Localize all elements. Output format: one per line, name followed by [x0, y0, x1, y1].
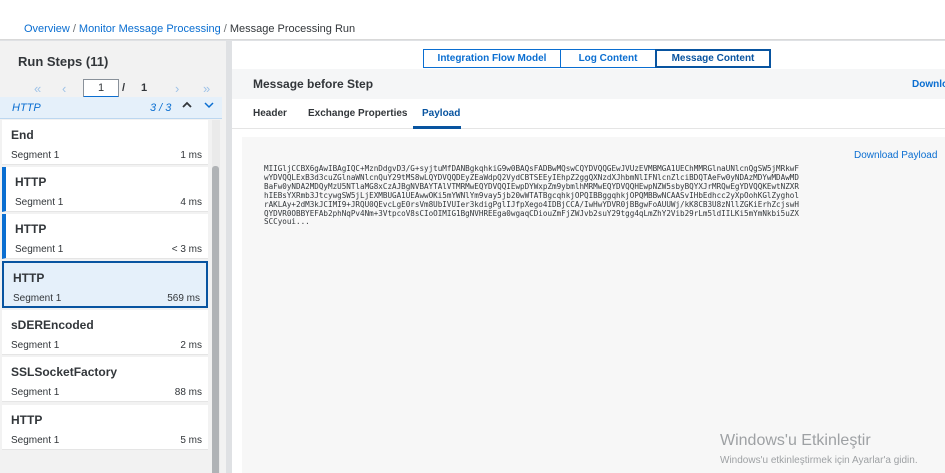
chevron-down-icon[interactable]: [204, 100, 214, 113]
step-duration: 1 ms: [180, 150, 202, 161]
tab-log-content[interactable]: Log Content: [560, 49, 656, 68]
step-item[interactable]: HTTP Segment 1 5 ms: [2, 405, 208, 450]
step-name: HTTP: [11, 413, 43, 427]
breadcrumb-separator: /: [223, 23, 227, 35]
breadcrumb-overview[interactable]: Overview: [24, 23, 70, 35]
step-segment: Segment 1: [15, 197, 64, 208]
step-duration: 88 ms: [174, 387, 202, 398]
step-item[interactable]: HTTP Segment 1 4 ms: [2, 167, 208, 212]
tab-exchange-properties[interactable]: Exchange Properties: [308, 108, 407, 119]
step-name: HTTP: [15, 222, 47, 236]
page-input[interactable]: [83, 79, 119, 98]
step-segment: Segment 1: [11, 435, 60, 446]
prev-page-icon[interactable]: ‹: [62, 81, 66, 96]
steps-scrollbar-thumb[interactable]: [212, 166, 219, 473]
tab-integration-flow-model[interactable]: Integration Flow Model: [423, 49, 561, 68]
run-steps-panel: Run Steps (11) « ‹ / 1 › » HTTP 3 / 3 En…: [0, 41, 226, 473]
step-segment: Segment 1: [15, 244, 64, 255]
step-segment: Segment 1: [11, 340, 60, 351]
step-name: HTTP: [15, 175, 47, 189]
step-duration: 2 ms: [180, 340, 202, 351]
step-item[interactable]: End Segment 1 1 ms: [2, 120, 208, 165]
step-segment: Segment 1: [11, 150, 60, 161]
run-steps-title: Run Steps (11): [18, 54, 109, 69]
active-tab-indicator: [413, 126, 461, 129]
step-duration: 4 ms: [180, 197, 202, 208]
step-item[interactable]: SSLSocketFactory Segment 1 88 ms: [2, 357, 208, 402]
last-page-icon[interactable]: »: [203, 81, 210, 96]
step-duration: < 3 ms: [171, 244, 202, 255]
page-total: 1: [141, 82, 148, 94]
breadcrumb-monitor[interactable]: Monitor Message Processing: [79, 23, 221, 35]
activation-watermark-title: Windows'u Etkinleştir: [720, 432, 871, 449]
content-tabs: Header Exchange Properties Payload: [232, 99, 945, 129]
breadcrumb-current: Message Processing Run: [229, 23, 356, 35]
tab-message-content[interactable]: Message Content: [655, 49, 771, 68]
payload-text: MIIGljCCBX6gAwIBAgIQC+MznDdgvD3/G+syjtuM…: [264, 165, 799, 227]
page-slash: /: [122, 82, 126, 94]
tab-header[interactable]: Header: [253, 108, 287, 119]
step-item[interactable]: sDEREncoded Segment 1 2 ms: [2, 310, 208, 355]
message-title: Message before Step: [253, 77, 374, 91]
tab-payload[interactable]: Payload: [422, 108, 460, 119]
search-highlight-bar: HTTP 3 / 3: [0, 97, 222, 119]
first-page-icon[interactable]: «: [34, 81, 41, 96]
step-item[interactable]: HTTP Segment 1 < 3 ms: [2, 214, 208, 259]
search-term: HTTP: [12, 102, 41, 114]
step-duration: 569 ms: [167, 293, 200, 304]
step-segment: Segment 1: [13, 293, 62, 304]
activation-watermark-subtitle: Windows'u etkinleştirmek için Ayarlar'a …: [720, 455, 918, 466]
step-name: HTTP: [13, 271, 45, 285]
download-button[interactable]: Downlo: [912, 79, 945, 90]
next-page-icon[interactable]: ›: [175, 81, 179, 96]
top-bar: Overview / Monitor Message Processing / Mess…: [0, 0, 945, 40]
message-panel: Integration Flow Model Log Content Messa…: [232, 41, 945, 473]
step-item-selected[interactable]: HTTP Segment 1 569 ms: [2, 261, 208, 308]
step-name: End: [11, 128, 34, 142]
chevron-up-icon[interactable]: [182, 100, 192, 113]
step-duration: 5 ms: [180, 435, 202, 446]
step-name: sDEREncoded: [11, 318, 94, 332]
step-name: SSLSocketFactory: [11, 365, 118, 379]
search-count: 3 / 3: [150, 102, 172, 114]
step-segment: Segment 1: [11, 387, 60, 398]
breadcrumb: Overview / Monitor Message Processing / Mess…: [24, 23, 355, 35]
breadcrumb-separator: /: [72, 23, 76, 35]
view-segmented-control: Integration Flow Model Log Content Messa…: [423, 49, 793, 68]
download-payload-link[interactable]: Download Payload: [854, 150, 937, 161]
